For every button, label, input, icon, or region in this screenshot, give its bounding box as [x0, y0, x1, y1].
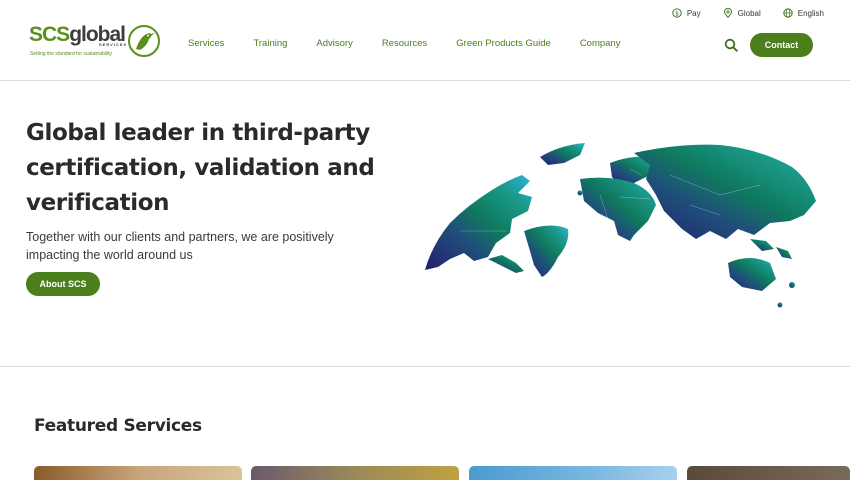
section-divider — [0, 366, 850, 367]
bird-logo-icon — [128, 25, 160, 57]
main-nav: Services Training Advisory Resources Gre… — [188, 38, 649, 49]
utility-nav: $ Pay Global English — [672, 8, 824, 18]
nav-advisory[interactable]: Advisory — [316, 38, 352, 49]
hero-title: Global leader in third-party certificati… — [26, 120, 375, 216]
pay-label: Pay — [686, 8, 701, 18]
featured-services-title: Featured Services — [34, 416, 202, 436]
global-link[interactable]: Global — [723, 8, 761, 18]
world-map-illustration — [425, 143, 816, 308]
nav-resources[interactable]: Resources — [382, 38, 427, 49]
logo-tagline: Setting the standard for sustainability — [30, 51, 112, 57]
globe-icon — [783, 8, 793, 18]
about-scs-button[interactable]: About SCS — [26, 272, 100, 296]
contact-button[interactable]: Contact — [750, 33, 813, 57]
nav-green-products-guide[interactable]: Green Products Guide — [456, 38, 551, 49]
site-header: SCSglobal SERVICES Setting the standard … — [0, 0, 850, 81]
language-label: English — [797, 8, 824, 18]
pay-link[interactable]: $ Pay — [672, 8, 701, 18]
nav-company[interactable]: Company — [580, 38, 621, 49]
global-label: Global — [737, 8, 761, 18]
scs-global-logo[interactable]: SCSglobal SERVICES Setting the standard … — [29, 23, 164, 61]
logo-scs-text: SCS — [29, 23, 70, 46]
dollar-circle-icon: $ — [672, 8, 682, 18]
nav-training[interactable]: Training — [253, 38, 287, 49]
search-icon[interactable] — [724, 38, 738, 52]
svg-text:$: $ — [675, 10, 679, 17]
location-pin-icon — [723, 8, 732, 18]
language-link[interactable]: English — [783, 8, 824, 18]
hero-subtitle: Together with our clients and partners, … — [26, 230, 334, 262]
nav-services[interactable]: Services — [188, 38, 224, 49]
logo-services-text: SERVICES — [99, 42, 128, 47]
